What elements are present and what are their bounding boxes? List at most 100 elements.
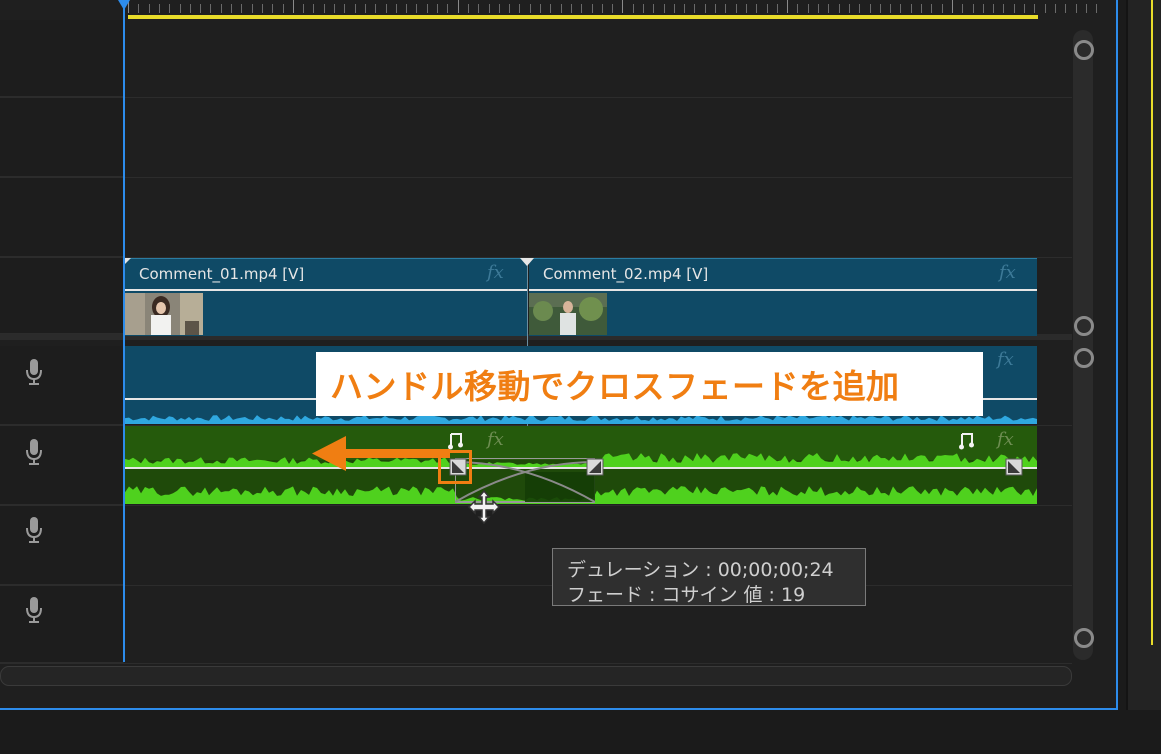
ruler-tick bbox=[1055, 4, 1056, 13]
music-note-icon bbox=[959, 433, 974, 450]
ruler-tick bbox=[303, 4, 304, 13]
clip-name: Comment_02.mp4 [V] bbox=[543, 265, 709, 283]
ruler-tick bbox=[406, 4, 407, 13]
ruler-tick bbox=[396, 4, 397, 13]
ruler-tick bbox=[602, 4, 603, 13]
microphone-icon[interactable] bbox=[24, 358, 44, 386]
ruler-tick bbox=[386, 4, 387, 13]
ruler-tick bbox=[571, 4, 572, 13]
microphone-icon[interactable] bbox=[24, 596, 44, 624]
ruler-tick bbox=[1045, 4, 1046, 13]
ruler-tick bbox=[1086, 4, 1087, 13]
ruler-tick bbox=[911, 4, 912, 13]
video-clip-2[interactable]: Comment_02.mp4 [V] fx bbox=[529, 258, 1037, 336]
ruler-tick bbox=[1034, 4, 1035, 13]
ruler-tick bbox=[694, 4, 695, 13]
ruler-tick bbox=[664, 4, 665, 13]
ruler-tick bbox=[973, 4, 974, 13]
ruler-tick bbox=[313, 4, 314, 13]
ruler-tick bbox=[427, 4, 428, 13]
ruler-tick bbox=[180, 4, 181, 13]
fx-badge-icon[interactable]: fx bbox=[487, 429, 504, 450]
playhead-handle[interactable] bbox=[118, 0, 130, 10]
scroll-handle[interactable] bbox=[1074, 628, 1094, 648]
scroll-handle[interactable] bbox=[1074, 316, 1094, 336]
ruler-tick bbox=[262, 4, 263, 13]
ruler-tick bbox=[859, 4, 860, 13]
work-area-bar[interactable] bbox=[128, 15, 1038, 19]
arrow-left-icon bbox=[312, 436, 450, 471]
ruler-tick bbox=[272, 4, 273, 13]
track-header[interactable] bbox=[0, 586, 124, 663]
panel-divider bbox=[1126, 0, 1128, 710]
ruler-tick bbox=[870, 4, 871, 13]
ruler-tick bbox=[221, 4, 222, 13]
track-header[interactable] bbox=[0, 20, 124, 97]
ruler-tick bbox=[365, 4, 366, 13]
ruler-tick bbox=[921, 4, 922, 13]
ruler-tick bbox=[962, 4, 963, 13]
ruler-tick bbox=[674, 4, 675, 13]
ruler-tick bbox=[952, 0, 953, 13]
microphone-icon[interactable] bbox=[24, 516, 44, 544]
ruler-tick bbox=[818, 4, 819, 13]
microphone-icon[interactable] bbox=[24, 438, 44, 466]
ruler-tick bbox=[519, 4, 520, 13]
ruler-tick bbox=[993, 4, 994, 13]
playhead[interactable] bbox=[123, 0, 125, 662]
tooltip-fade: フェード : コサイン 値 : 19 bbox=[567, 584, 806, 606]
ruler-tick bbox=[808, 4, 809, 13]
ruler-tick bbox=[900, 4, 901, 13]
ruler-tick bbox=[1014, 4, 1015, 13]
scroll-handle[interactable] bbox=[1074, 40, 1094, 60]
ruler-tick bbox=[159, 4, 160, 13]
opacity-line[interactable] bbox=[125, 289, 527, 291]
ruler-tick bbox=[828, 4, 829, 13]
fx-badge-icon[interactable]: fx bbox=[997, 349, 1014, 370]
opacity-line[interactable] bbox=[529, 289, 1037, 291]
vertical-scrollbar[interactable] bbox=[1073, 30, 1093, 660]
ruler-tick bbox=[736, 4, 737, 13]
audio-clip-2[interactable]: fx fx bbox=[125, 426, 1037, 504]
track-header[interactable] bbox=[0, 426, 124, 505]
ruler-tick bbox=[138, 4, 139, 13]
ruler-tick bbox=[190, 4, 191, 13]
video-clip-1[interactable]: Comment_01.mp4 [V] fx bbox=[125, 258, 527, 336]
ruler-tick bbox=[334, 4, 335, 13]
track-header[interactable] bbox=[0, 98, 124, 177]
ruler-tick bbox=[447, 4, 448, 13]
fx-badge-icon[interactable]: fx bbox=[997, 429, 1014, 450]
fade-handle-icon[interactable] bbox=[1005, 458, 1023, 476]
ruler-tick bbox=[787, 0, 788, 13]
ruler-tick bbox=[797, 4, 798, 13]
ruler-tick bbox=[468, 4, 469, 13]
fx-badge-icon[interactable]: fx bbox=[487, 262, 504, 283]
fx-badge-icon[interactable]: fx bbox=[999, 262, 1016, 283]
track-header[interactable] bbox=[0, 506, 124, 585]
ruler-tick bbox=[149, 4, 150, 13]
ruler-tick bbox=[756, 4, 757, 13]
ruler-tick bbox=[931, 4, 932, 13]
clip-thumbnail bbox=[529, 293, 607, 335]
adjacent-panel bbox=[1126, 0, 1161, 710]
ruler-tick bbox=[1096, 4, 1097, 13]
fade-handle-icon[interactable] bbox=[586, 458, 604, 476]
tooltip-duration: デュレーション : 00;00;00;24 bbox=[567, 559, 834, 581]
transition-tooltip: デュレーション : 00;00;00;24 フェード : コサイン 値 : 19 bbox=[552, 548, 866, 606]
track-header[interactable] bbox=[0, 258, 124, 334]
edit-point-marker[interactable] bbox=[520, 258, 534, 266]
ruler-tick bbox=[592, 4, 593, 13]
video-track-1-upper bbox=[0, 178, 1072, 258]
clip-name: Comment_01.mp4 [V] bbox=[139, 265, 305, 283]
ruler-tick bbox=[530, 4, 531, 13]
scroll-handle[interactable] bbox=[1074, 348, 1094, 368]
ruler-tick bbox=[231, 4, 232, 13]
track-header[interactable] bbox=[0, 178, 124, 257]
ruler-tick bbox=[839, 4, 840, 13]
audio-track-4 bbox=[0, 586, 1072, 664]
ruler-tick bbox=[210, 4, 211, 13]
horizontal-scrollbar[interactable] bbox=[0, 666, 1072, 686]
ruler-tick bbox=[1024, 4, 1025, 13]
track-header[interactable] bbox=[0, 346, 124, 425]
ruler-tick bbox=[169, 4, 170, 13]
